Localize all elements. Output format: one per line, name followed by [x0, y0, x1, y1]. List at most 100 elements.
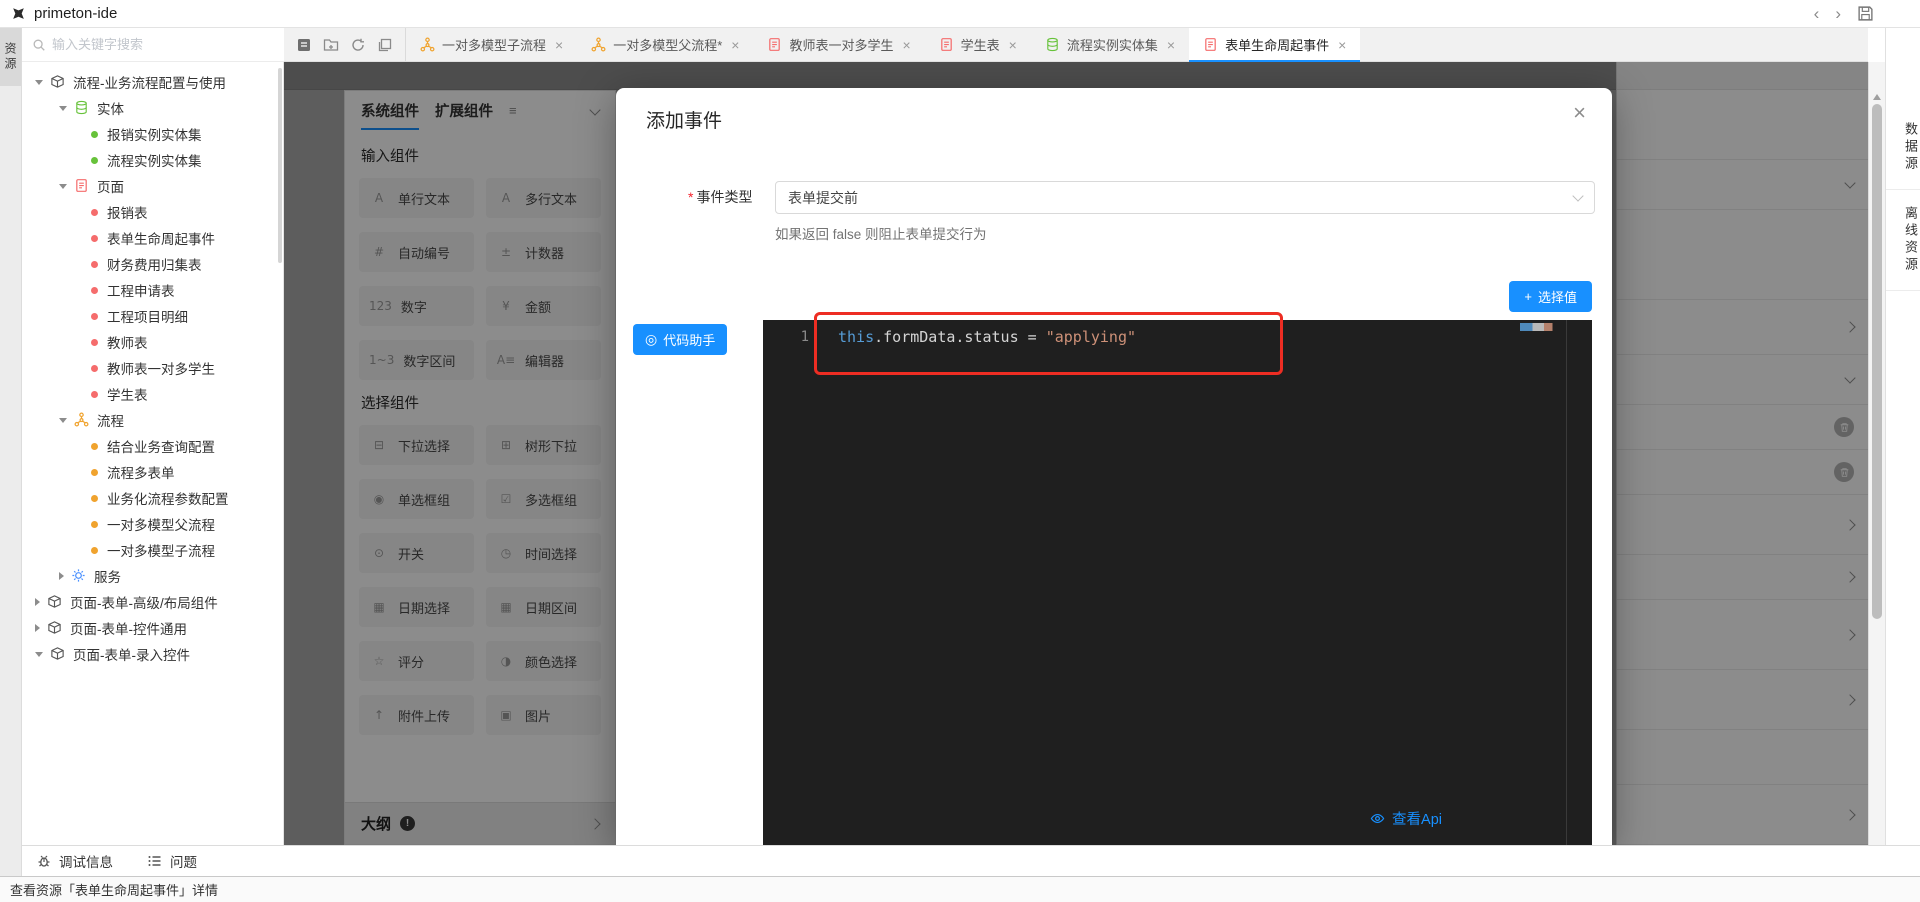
status-bar: 查看资源「表单生命周起事件」详情 [0, 876, 1920, 902]
editor-tab[interactable]: 学生表× [925, 28, 1031, 61]
chevron-down-icon [1572, 190, 1583, 201]
scroll-up-icon[interactable] [1873, 94, 1881, 100]
view-api-link[interactable]: 查看Api [1370, 808, 1442, 829]
scrollbar-thumb[interactable] [278, 68, 282, 263]
tree-item[interactable]: 服务 [22, 563, 283, 589]
bullet-icon [91, 547, 98, 554]
tree-item[interactable]: 财务费用归集表 [22, 251, 283, 277]
close-icon[interactable]: × [902, 37, 910, 53]
collapse-panels-icon[interactable] [377, 37, 393, 53]
nav-back-icon[interactable]: ‹ [1814, 5, 1820, 22]
tree-item-label: 页面 [97, 176, 124, 196]
close-icon[interactable]: × [1338, 37, 1346, 53]
minimap-divider [1566, 320, 1567, 845]
tree-item[interactable]: 流程多表单 [22, 459, 283, 485]
tree-item[interactable]: 一对多模型父流程 [22, 511, 283, 537]
tree-item[interactable]: 工程申请表 [22, 277, 283, 303]
tree-item[interactable]: 业务化流程参数配置 [22, 485, 283, 511]
tree-item[interactable]: 报销实例实体集 [22, 121, 283, 147]
editor-tab[interactable]: 教师表一对多学生 × [753, 28, 924, 61]
scrollbar-thumb[interactable] [1872, 104, 1882, 619]
close-icon[interactable]: × [1167, 37, 1175, 53]
chevron-right-icon[interactable] [35, 598, 40, 606]
package-icon [50, 74, 66, 90]
code-editor[interactable]: 1 this.formData.status = "applying" 查看Ap… [763, 320, 1592, 845]
tree-item-label: 教师表一对多学生 [107, 358, 215, 378]
panel-scrollbar[interactable] [1868, 62, 1885, 845]
tree-item[interactable]: 流程 [22, 407, 283, 433]
chevron-down-icon[interactable] [59, 184, 67, 189]
db-icon [1045, 37, 1060, 52]
bug-icon [36, 853, 52, 869]
search-input[interactable] [52, 37, 202, 52]
tree-item[interactable]: 报销表 [22, 199, 283, 225]
import-icon[interactable] [296, 37, 312, 53]
chevron-down-icon[interactable] [59, 106, 67, 111]
pick-value-button[interactable]: + 选择值 [1509, 281, 1592, 312]
tab-label: 表单生命周起事件 [1225, 35, 1329, 54]
bullet-icon [91, 443, 98, 450]
new-folder-icon[interactable] [323, 37, 339, 53]
tree-item[interactable]: 流程实例实体集 [22, 147, 283, 173]
bullet-icon [91, 287, 98, 294]
chevron-down-icon[interactable] [35, 652, 43, 657]
save-icon[interactable] [1857, 5, 1874, 22]
tree-item[interactable]: 结合业务查询配置 [22, 433, 283, 459]
chevron-down-icon[interactable] [59, 418, 67, 423]
problems-tab[interactable]: 问题 [147, 851, 197, 871]
tree-item-label: 工程项目明细 [107, 306, 188, 326]
line-number: 1 [763, 329, 809, 345]
close-icon[interactable]: × [731, 37, 739, 53]
tree-item[interactable]: 流程-业务流程配置与使用 [22, 69, 283, 95]
editor-tab[interactable]: 一对多模型父流程*× [577, 28, 753, 61]
tree-item[interactable]: 页面-表单-控件通用 [22, 615, 283, 641]
editor-tab[interactable]: 表单生命周起事件 × [1189, 28, 1360, 61]
tree-item-label: 页面-表单-控件通用 [70, 618, 187, 638]
tree-item-label: 报销实例实体集 [107, 124, 202, 144]
tree-item[interactable]: 教师表一对多学生 [22, 355, 283, 381]
right-strip-tab[interactable]: 数据源 [1886, 106, 1920, 190]
tree-item[interactable]: 一对多模型子流程 [22, 537, 283, 563]
code-assistant-button[interactable]: ◎ 代码助手 [633, 324, 727, 355]
editor-tab[interactable]: 流程实例实体集× [1031, 28, 1189, 61]
tree-item[interactable]: 工程项目明细 [22, 303, 283, 329]
close-icon[interactable]: × [1009, 37, 1017, 53]
tree-item[interactable]: 实体 [22, 95, 283, 121]
refresh-icon[interactable] [350, 37, 366, 53]
right-strip-tab[interactable]: 离线资源 [1886, 190, 1920, 291]
tree-item[interactable]: 页面-表单-录入控件 [22, 641, 283, 667]
chevron-down-icon[interactable] [35, 80, 43, 85]
bullet-icon [91, 339, 98, 346]
app-logo-icon [10, 5, 27, 22]
tab-label: 教师表一对多学生 [789, 35, 893, 54]
doc-icon [1203, 37, 1218, 52]
app-title: primeton-ide [34, 5, 117, 22]
code-line[interactable]: this.formData.status = "applying" [838, 328, 1136, 346]
bullet-icon [91, 261, 98, 268]
nav-forward-icon[interactable]: › [1835, 5, 1841, 22]
editor-tab-bar: 一对多模型子流程×一对多模型父流程*×教师表一对多学生×学生表×流程实例实体集×… [284, 28, 1868, 62]
status-text: 查看资源「表单生命周起事件」详情 [10, 880, 218, 899]
doc-icon [939, 37, 954, 52]
dialog-title: 添加事件 [646, 106, 722, 133]
db-icon [74, 100, 90, 116]
tree-item[interactable]: 教师表 [22, 329, 283, 355]
editor-tab[interactable]: 一对多模型子流程× [406, 28, 577, 61]
activity-tab-resources[interactable]: 资源 [0, 28, 21, 86]
flow-icon [74, 412, 90, 428]
tree-item-label: 财务费用归集表 [107, 254, 202, 274]
required-mark: * [688, 189, 693, 205]
debug-info-tab[interactable]: 调试信息 [36, 851, 113, 871]
tree-item[interactable]: 页面-表单-高级/布局组件 [22, 589, 283, 615]
close-icon[interactable]: × [555, 37, 563, 53]
tree-item[interactable]: 表单生命周起事件 [22, 225, 283, 251]
tree-item-label: 工程申请表 [107, 280, 175, 300]
chevron-right-icon[interactable] [59, 572, 64, 580]
event-type-select[interactable]: 表单提交前 [775, 181, 1595, 214]
tree-item[interactable]: 页面 [22, 173, 283, 199]
tree-item-label: 流程多表单 [107, 462, 175, 482]
chevron-right-icon[interactable] [35, 624, 40, 632]
event-type-row: *事件类型 表单提交前 [616, 181, 1612, 214]
close-icon[interactable]: × [1573, 102, 1586, 124]
tree-item[interactable]: 学生表 [22, 381, 283, 407]
